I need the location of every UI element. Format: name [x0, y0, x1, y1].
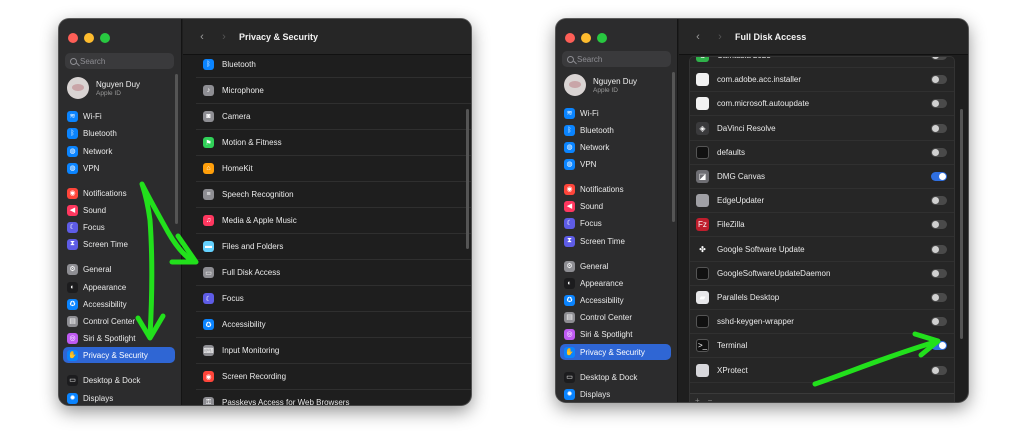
annotation-arrow-stroke: [812, 339, 938, 387]
annotation-overlay: [135, 181, 941, 387]
